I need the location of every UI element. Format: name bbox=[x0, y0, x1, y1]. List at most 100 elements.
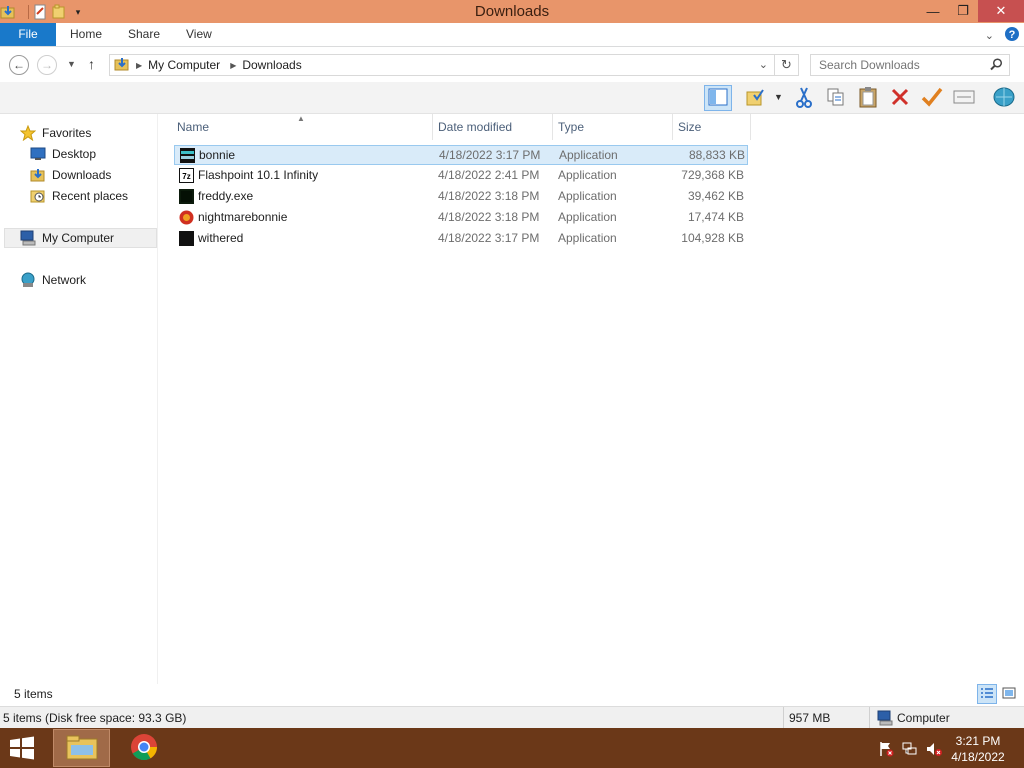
item-count: 5 items bbox=[14, 687, 53, 701]
help-icon[interactable]: ? bbox=[1004, 26, 1020, 45]
network-globe-button[interactable] bbox=[990, 85, 1018, 111]
properties-button[interactable] bbox=[950, 85, 978, 111]
back-button[interactable]: ← bbox=[9, 55, 29, 75]
nav-favorites[interactable]: Favorites bbox=[20, 123, 91, 143]
tab-home[interactable]: Home bbox=[56, 23, 116, 46]
copy-button[interactable] bbox=[822, 85, 850, 111]
file-row-freddy[interactable]: freddy.exe 4/18/2022 3:18 PM Application… bbox=[174, 187, 748, 207]
rename-button[interactable] bbox=[918, 85, 946, 111]
navigation-pane: Favorites Desktop Downloads Recent place… bbox=[0, 114, 158, 684]
details-view-button[interactable] bbox=[977, 684, 997, 704]
file-type: Application bbox=[558, 189, 617, 203]
minimize-button[interactable]: — bbox=[918, 0, 948, 22]
copy-icon bbox=[826, 87, 846, 110]
tab-share[interactable]: Share bbox=[114, 23, 174, 46]
checkmark-icon bbox=[921, 87, 943, 110]
tab-file[interactable]: File bbox=[0, 23, 56, 46]
nav-recent-places[interactable]: Recent places bbox=[30, 186, 128, 206]
folder-options-dropdown[interactable]: ▼ bbox=[774, 92, 783, 102]
file-name: withered bbox=[198, 231, 244, 245]
file-row-flashpoint[interactable]: 7z Flashpoint 10.1 Infinity 4/18/2022 2:… bbox=[174, 166, 748, 186]
computer-icon bbox=[20, 230, 36, 246]
clock-time: 3:21 PM bbox=[955, 734, 1001, 748]
forward-button[interactable]: → bbox=[37, 55, 57, 75]
nav-network[interactable]: Network bbox=[20, 270, 86, 290]
file-row-withered[interactable]: withered 4/18/2022 3:17 PM Application 1… bbox=[174, 229, 748, 249]
refresh-icon: ↻ bbox=[781, 57, 792, 72]
withered-app-icon bbox=[179, 231, 194, 246]
paste-button[interactable] bbox=[854, 85, 882, 111]
preview-pane-icon bbox=[708, 88, 728, 109]
file-row-bonnie[interactable]: bonnie 4/18/2022 3:17 PM Application 88,… bbox=[174, 145, 748, 165]
zone-label: Computer bbox=[897, 711, 950, 725]
window-title: Downloads bbox=[474, 3, 550, 20]
freddy-app-icon bbox=[179, 189, 194, 204]
taskbar: 3:21 PM 4/18/2022 bbox=[0, 728, 1024, 768]
column-header-name[interactable]: Name bbox=[172, 114, 433, 140]
chevron-right-icon[interactable]: ▶ bbox=[136, 61, 142, 70]
file-type: Application bbox=[558, 210, 617, 224]
status-bar: 5 items bbox=[0, 684, 1024, 706]
close-button[interactable]: ✕ bbox=[978, 0, 1024, 22]
file-row-nightmarebonnie[interactable]: nightmarebonnie 4/18/2022 3:18 PM Applic… bbox=[174, 208, 748, 228]
cut-button[interactable] bbox=[790, 85, 818, 111]
title-bar[interactable]: ▾ Downloads — ❐ ✕ bbox=[0, 0, 1024, 23]
chevron-right-icon[interactable]: ▶ bbox=[230, 61, 236, 70]
delete-x-icon bbox=[890, 87, 910, 110]
downloads-icon bbox=[30, 167, 46, 183]
file-size: 88,833 KB bbox=[688, 148, 745, 162]
folder-checklist-icon bbox=[745, 87, 767, 110]
large-icons-view-button[interactable] bbox=[999, 684, 1019, 704]
back-arrow-icon: ← bbox=[13, 58, 25, 72]
refresh-button[interactable]: ↻ bbox=[774, 55, 798, 75]
taskbar-file-explorer[interactable] bbox=[53, 729, 110, 767]
search-input[interactable] bbox=[819, 58, 989, 72]
start-button[interactable] bbox=[8, 736, 38, 760]
clipboard-icon bbox=[858, 86, 878, 111]
address-bar[interactable]: ▶ My Computer ▶ Downloads ⌄ ↻ bbox=[109, 54, 799, 76]
column-header-size[interactable]: Size bbox=[673, 114, 751, 140]
file-date: 4/18/2022 3:17 PM bbox=[439, 148, 541, 162]
nav-desktop-label: Desktop bbox=[52, 147, 97, 161]
forward-arrow-icon: → bbox=[41, 58, 53, 72]
ribbon-right-controls: ⌄ ? bbox=[985, 26, 1020, 45]
column-header-date[interactable]: Date modified bbox=[433, 114, 553, 140]
address-history-dropdown[interactable]: ⌄ bbox=[759, 58, 768, 71]
file-size: 39,462 KB bbox=[687, 189, 744, 203]
delete-button[interactable] bbox=[886, 85, 914, 111]
details-bar: 5 items (Disk free space: 93.3 GB) 957 M… bbox=[0, 706, 1024, 728]
window-controls: — ❐ ✕ bbox=[918, 0, 1024, 22]
svg-text:?: ? bbox=[1009, 29, 1016, 41]
volume-muted-icon[interactable] bbox=[926, 741, 942, 760]
disk-space-info: 5 items (Disk free space: 93.3 GB) bbox=[3, 711, 187, 725]
column-header-type[interactable]: Type bbox=[553, 114, 673, 140]
details-view-icon bbox=[980, 687, 994, 702]
clock[interactable]: 3:21 PM 4/18/2022 bbox=[948, 733, 1008, 765]
bonnie-app-icon bbox=[180, 148, 195, 163]
breadcrumb-my-computer[interactable]: My Computer bbox=[148, 58, 220, 72]
navigation-bar: ← → ▼ ↑ ▶ My Computer ▶ Downloads ⌄ ↻ bbox=[0, 48, 1024, 82]
up-button[interactable]: ↑ bbox=[88, 56, 95, 72]
select-folder-button[interactable] bbox=[742, 85, 770, 111]
taskbar-chrome[interactable] bbox=[115, 729, 172, 767]
nav-downloads[interactable]: Downloads bbox=[30, 165, 111, 185]
breadcrumb-downloads[interactable]: Downloads bbox=[242, 58, 301, 72]
properties-card-icon bbox=[953, 89, 975, 108]
large-icons-view-icon bbox=[1002, 687, 1016, 702]
search-box[interactable] bbox=[810, 54, 1010, 76]
nav-recent-places-label: Recent places bbox=[52, 189, 129, 203]
clock-date: 4/18/2022 bbox=[951, 750, 1005, 764]
tab-view[interactable]: View bbox=[172, 23, 226, 46]
nav-desktop[interactable]: Desktop bbox=[30, 144, 96, 164]
preview-pane-button[interactable] bbox=[704, 85, 732, 111]
maximize-button[interactable]: ❐ bbox=[948, 0, 978, 22]
file-date: 4/18/2022 3:18 PM bbox=[438, 189, 540, 203]
search-icon[interactable] bbox=[990, 58, 1003, 74]
file-date: 4/18/2022 3:18 PM bbox=[438, 210, 540, 224]
expand-ribbon-icon[interactable]: ⌄ bbox=[985, 29, 994, 42]
action-center-flag-icon[interactable] bbox=[878, 741, 894, 760]
recent-locations-dropdown[interactable]: ▼ bbox=[67, 59, 76, 69]
network-tray-icon[interactable] bbox=[902, 741, 918, 760]
nav-network-label: Network bbox=[42, 273, 87, 287]
nav-my-computer[interactable]: My Computer bbox=[4, 228, 157, 248]
